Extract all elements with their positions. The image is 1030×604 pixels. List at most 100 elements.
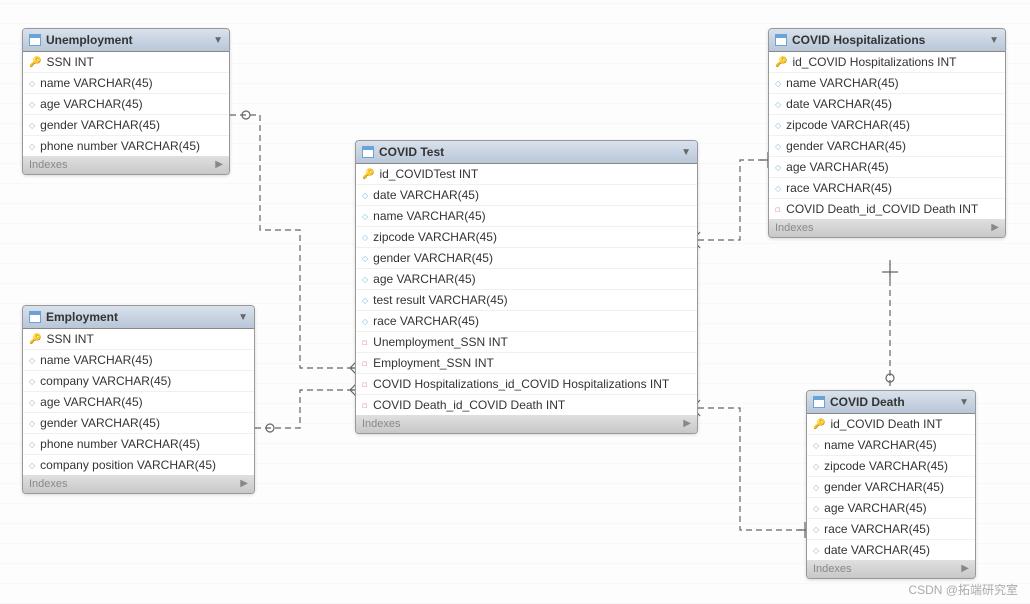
column-row[interactable]: ◇gender VARCHAR(45) (356, 248, 697, 269)
indexes-section[interactable]: Indexes ▶ (807, 560, 975, 578)
column-row[interactable]: ◇name VARCHAR(45) (23, 73, 229, 94)
column-row[interactable]: ◇age VARCHAR(45) (356, 269, 697, 290)
foreign-key-icon: ◇ (773, 204, 784, 215)
table-icon (29, 311, 41, 323)
column-icon: ◇ (29, 377, 35, 386)
column-row[interactable]: ◇name VARCHAR(45) (807, 435, 975, 456)
column-label: SSN INT (46, 55, 93, 69)
column-row[interactable]: ◇age VARCHAR(45) (23, 94, 229, 115)
column-label: id_COVIDTest INT (379, 167, 478, 181)
chevron-down-icon: ▼ (959, 397, 969, 408)
chevron-right-icon: ▶ (991, 222, 999, 234)
foreign-key-icon: ◇ (360, 358, 371, 369)
column-icon: ◇ (362, 275, 368, 284)
column-label: COVID Death_id_COVID Death INT (373, 398, 565, 412)
column-icon: ◇ (29, 419, 35, 428)
column-row[interactable]: 🔑 id_COVIDTest INT (356, 164, 697, 185)
column-icon: ◇ (813, 504, 819, 513)
column-label: Unemployment_SSN INT (373, 335, 508, 349)
primary-key-icon: 🔑 (362, 169, 374, 180)
column-icon: ◇ (775, 79, 781, 88)
chevron-down-icon: ▼ (238, 312, 248, 323)
column-row[interactable]: ◇name VARCHAR(45) (23, 350, 254, 371)
column-row[interactable]: ◇Employment_SSN INT (356, 353, 697, 374)
column-row[interactable]: ◇zipcode VARCHAR(45) (807, 456, 975, 477)
column-row[interactable]: ◇date VARCHAR(45) (356, 185, 697, 206)
column-label: gender VARCHAR(45) (40, 416, 160, 430)
column-row[interactable]: ◇race VARCHAR(45) (807, 519, 975, 540)
column-list: 🔑id_COVID Death INT◇name VARCHAR(45)◇zip… (807, 414, 975, 560)
column-icon: ◇ (775, 184, 781, 193)
column-row[interactable]: ◇COVID Death_id_COVID Death INT (356, 395, 697, 415)
column-icon: ◇ (775, 121, 781, 130)
indexes-section[interactable]: Indexes ▶ (23, 156, 229, 174)
column-row[interactable]: ◇company position VARCHAR(45) (23, 455, 254, 475)
column-row[interactable]: ◇age VARCHAR(45) (769, 157, 1005, 178)
column-label: zipcode VARCHAR(45) (824, 459, 948, 473)
column-icon: ◇ (29, 79, 35, 88)
column-row[interactable]: ◇test result VARCHAR(45) (356, 290, 697, 311)
column-icon: ◇ (29, 440, 35, 449)
entity-employment[interactable]: Employment ▼ 🔑SSN INT◇name VARCHAR(45)◇c… (22, 305, 255, 494)
column-row[interactable]: ◇COVID Hospitalizations_id_COVID Hospita… (356, 374, 697, 395)
column-icon: ◇ (362, 233, 368, 242)
column-row[interactable]: ◇ zipcode VARCHAR(45) (356, 227, 697, 248)
column-row[interactable]: ◇gender VARCHAR(45) (23, 115, 229, 136)
column-row[interactable]: ◇race VARCHAR(45) (769, 178, 1005, 199)
column-row[interactable]: ◇race VARCHAR(45) (356, 311, 697, 332)
foreign-key-icon: ◇ (360, 337, 371, 348)
column-row[interactable]: ◇ gender VARCHAR(45) (23, 413, 254, 434)
entity-covid-test[interactable]: COVID Test ▼ 🔑 id_COVIDTest INT ◇date VARC… (355, 140, 698, 434)
column-label: name VARCHAR(45) (824, 438, 936, 452)
column-row[interactable]: ◇gender VARCHAR(45) (807, 477, 975, 498)
column-row[interactable]: ◇COVID Death_id_COVID Death INT (769, 199, 1005, 219)
watermark: CSDN @拓端研究室 (908, 581, 1018, 598)
chevron-right-icon: ▶ (961, 563, 969, 575)
column-label: phone number VARCHAR(45) (40, 437, 200, 451)
indexes-section[interactable]: Indexes ▶ (23, 475, 254, 493)
column-row[interactable]: ◇company VARCHAR(45) (23, 371, 254, 392)
column-row[interactable]: ◇name VARCHAR(45) (356, 206, 697, 227)
chevron-right-icon: ▶ (683, 418, 691, 430)
column-label: zipcode VARCHAR(45) (373, 230, 497, 244)
column-label: gender VARCHAR(45) (786, 139, 906, 153)
column-row[interactable]: ◇date VARCHAR(45) (807, 540, 975, 560)
column-row[interactable]: ◇zipcode VARCHAR(45) (769, 115, 1005, 136)
column-row[interactable]: ◇Unemployment_SSN INT (356, 332, 697, 353)
column-label: race VARCHAR(45) (824, 522, 930, 536)
column-row[interactable]: ◇gender VARCHAR(45) (769, 136, 1005, 157)
column-row[interactable]: ◇ phone number VARCHAR(45) (23, 434, 254, 455)
column-row[interactable]: ◇age VARCHAR(45) (23, 392, 254, 413)
chevron-right-icon: ▶ (215, 159, 223, 171)
entity-covid-hospitalizations[interactable]: COVID Hospitalizations ▼ 🔑id_COVID Hospi… (768, 28, 1006, 238)
chevron-down-icon: ▼ (681, 147, 691, 158)
column-row[interactable]: ◇date VARCHAR(45) (769, 94, 1005, 115)
entity-unemployment[interactable]: Unemployment ▼ 🔑SSN INT◇name VARCHAR(45)… (22, 28, 230, 175)
column-label: name VARCHAR(45) (40, 353, 152, 367)
table-header[interactable]: Employment ▼ (23, 306, 254, 329)
column-label: COVID Death_id_COVID Death INT (786, 202, 978, 216)
column-label: age VARCHAR(45) (40, 97, 142, 111)
column-row[interactable]: 🔑id_COVID Death INT (807, 414, 975, 435)
column-row[interactable]: 🔑id_COVID Hospitalizations INT (769, 52, 1005, 73)
column-label: phone number VARCHAR(45) (40, 139, 200, 153)
entity-covid-death[interactable]: COVID Death ▼ 🔑id_COVID Death INT◇name V… (806, 390, 976, 579)
column-row[interactable]: ◇phone number VARCHAR(45) (23, 136, 229, 156)
table-title: COVID Death (830, 395, 954, 409)
indexes-section[interactable]: Indexes ▶ (769, 219, 1005, 237)
column-row[interactable]: ◇age VARCHAR(45) (807, 498, 975, 519)
table-header[interactable]: COVID Test ▼ (356, 141, 697, 164)
table-header[interactable]: Unemployment ▼ (23, 29, 229, 52)
table-header[interactable]: COVID Hospitalizations ▼ (769, 29, 1005, 52)
column-row[interactable]: ◇name VARCHAR(45) (769, 73, 1005, 94)
column-label: test result VARCHAR(45) (373, 293, 507, 307)
column-row[interactable]: 🔑SSN INT (23, 52, 229, 73)
column-icon: ◇ (362, 317, 368, 326)
column-label: Employment_SSN INT (373, 356, 494, 370)
indexes-section[interactable]: Indexes ▶ (356, 415, 697, 433)
column-label: gender VARCHAR(45) (824, 480, 944, 494)
column-list: 🔑id_COVID Hospitalizations INT◇name VARC… (769, 52, 1005, 219)
table-header[interactable]: COVID Death ▼ (807, 391, 975, 414)
column-icon: ◇ (775, 100, 781, 109)
column-row[interactable]: 🔑SSN INT (23, 329, 254, 350)
